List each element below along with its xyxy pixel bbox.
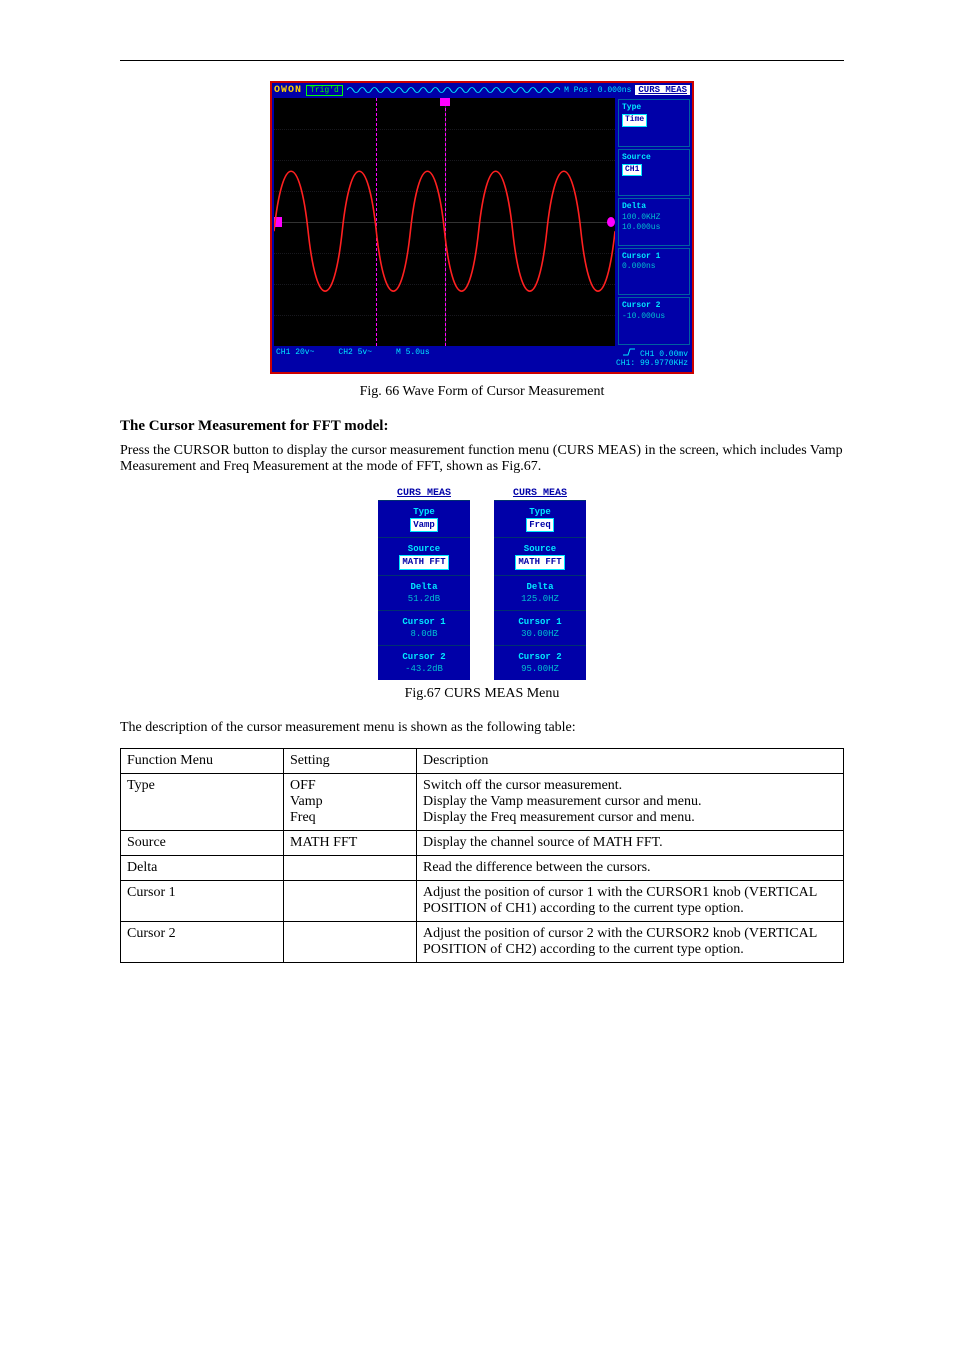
freq-cursor1: Cursor 1 30.00HZ xyxy=(494,610,586,645)
th-function: Function Menu xyxy=(121,749,284,774)
waveform-display xyxy=(274,98,615,346)
trigger-readout: CH1 0.00mv xyxy=(640,350,688,359)
freq-cursor2: Cursor 2 95.00HZ xyxy=(494,645,586,680)
table-header-row: Function Menu Setting Description xyxy=(121,749,844,774)
menu-cursor1: Cursor 1 0.000ns xyxy=(618,248,690,296)
fft-menu-freq: CURS MEAS Type Freq Source MATH FFT Delt… xyxy=(494,487,586,680)
m-position-readout: M Pos: 0.000ns xyxy=(564,86,631,95)
trigger-edge-icon xyxy=(623,348,635,356)
frequency-counter: CH1: 99.9770KHz xyxy=(616,359,688,368)
menu-cursor2: Cursor 2 -10.000us xyxy=(618,297,690,345)
vamp-cursor1: Cursor 1 8.0dB xyxy=(378,610,470,645)
scope-brand: OWON xyxy=(274,85,302,96)
table-row: Type OFF Vamp Freq Switch off the cursor… xyxy=(121,774,844,831)
vamp-type[interactable]: Type Vamp xyxy=(378,500,470,537)
fft-menu-pair: CURS MEAS Type Vamp Source MATH FFT Delt… xyxy=(120,487,844,680)
trigger-status: Trig'd xyxy=(306,85,343,96)
menu-source[interactable]: Source CH1 xyxy=(618,149,690,197)
cursor-menu-table: Function Menu Setting Description Type O… xyxy=(120,748,844,963)
menu-delta: Delta 100.0KHZ 10.000us xyxy=(618,198,690,246)
freq-delta: Delta 125.0HZ xyxy=(494,575,586,610)
table-row: Cursor 1 Adjust the position of cursor 1… xyxy=(121,881,844,922)
vamp-cursor2: Cursor 2 -43.2dB xyxy=(378,645,470,680)
trigger-waveform-icon xyxy=(347,85,560,95)
oscilloscope-screenshot: OWON Trig'd M Pos: 0.000ns CURS MEAS xyxy=(120,81,844,374)
th-setting: Setting xyxy=(284,749,417,774)
paragraph-fft: Press the CURSOR button to display the c… xyxy=(120,443,844,475)
sidebar-menu: Type Time Source CH1 Delta 100.0KHZ 10.0… xyxy=(616,97,692,347)
menu-type[interactable]: Type Time xyxy=(618,99,690,147)
figure-67-caption: Fig.67 CURS MEAS Menu xyxy=(120,686,844,702)
th-description: Description xyxy=(417,749,844,774)
paragraph-table-intro: The description of the cursor measuremen… xyxy=(120,720,844,736)
figure-66-caption: Fig. 66 Wave Form of Cursor Measurement xyxy=(120,384,844,400)
freq-type[interactable]: Type Freq xyxy=(494,500,586,537)
table-row: Source MATH FFT Display the channel sour… xyxy=(121,831,844,856)
vamp-delta: Delta 51.2dB xyxy=(378,575,470,610)
table-row: Delta Read the difference between the cu… xyxy=(121,856,844,881)
freq-source[interactable]: Source MATH FFT xyxy=(494,537,586,574)
menu-title: CURS MEAS xyxy=(635,85,690,95)
ch1-trace xyxy=(274,98,615,364)
vamp-source[interactable]: Source MATH FFT xyxy=(378,537,470,574)
fft-menu-vamp: CURS MEAS Type Vamp Source MATH FFT Delt… xyxy=(378,487,470,680)
table-row: Cursor 2 Adjust the position of cursor 2… xyxy=(121,922,844,963)
section-header-fft: The Cursor Measurement for FFT model: xyxy=(120,418,844,435)
